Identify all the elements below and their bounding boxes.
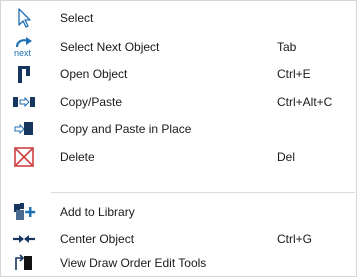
menu-item-label: Copy/Paste bbox=[60, 95, 123, 109]
menu-item-shortcut: Tab bbox=[277, 40, 297, 54]
copy-paste-icon bbox=[12, 91, 36, 113]
menu-item-shortcut: Ctrl+Alt+C bbox=[277, 95, 333, 109]
delete-icon bbox=[12, 146, 36, 168]
menu-item-select[interactable]: Select bbox=[2, 4, 355, 32]
open-object-icon bbox=[12, 63, 36, 85]
menu-item-delete[interactable]: Delete Del bbox=[2, 143, 355, 171]
menu-item-label: Select Next Object bbox=[60, 40, 160, 54]
menu-item-label: Copy and Paste in Place bbox=[60, 122, 192, 136]
draw-order-icon bbox=[12, 252, 36, 274]
menu-item-view-draw-order-edit-tools[interactable]: View Draw Order Edit Tools bbox=[2, 249, 355, 277]
center-object-icon bbox=[12, 228, 36, 250]
add-to-library-icon bbox=[12, 201, 36, 223]
menu-item-label: Add to Library bbox=[60, 205, 135, 219]
select-next-icon: next bbox=[12, 36, 36, 58]
menu-item-select-next-object[interactable]: next Select Next Object Tab bbox=[2, 33, 355, 61]
menu-separator bbox=[51, 192, 355, 193]
menu-item-open-object[interactable]: Open Object Ctrl+E bbox=[2, 60, 355, 88]
select-arrow-icon bbox=[12, 7, 36, 29]
menu-item-shortcut: Ctrl+G bbox=[277, 232, 313, 246]
menu-item-copy-paste[interactable]: Copy/Paste Ctrl+Alt+C bbox=[2, 88, 355, 116]
menu-item-label: View Draw Order Edit Tools bbox=[60, 256, 207, 270]
menu-item-label: Center Object bbox=[60, 232, 135, 246]
menu-item-label: Select bbox=[60, 11, 94, 25]
menu-item-shortcut: Del bbox=[277, 150, 296, 164]
menu-item-label: Open Object bbox=[60, 67, 128, 81]
menu-item-copy-paste-in-place[interactable]: Copy and Paste in Place bbox=[2, 115, 355, 143]
menu-item-add-to-library[interactable]: Add to Library bbox=[2, 198, 355, 226]
copy-paste-in-place-icon bbox=[12, 118, 36, 140]
context-menu: Select next Select Next Object Tab Open … bbox=[0, 0, 357, 277]
menu-item-shortcut: Ctrl+E bbox=[277, 67, 311, 81]
select-next-icon-text: next bbox=[14, 48, 32, 58]
menu-item-label: Delete bbox=[60, 150, 95, 164]
